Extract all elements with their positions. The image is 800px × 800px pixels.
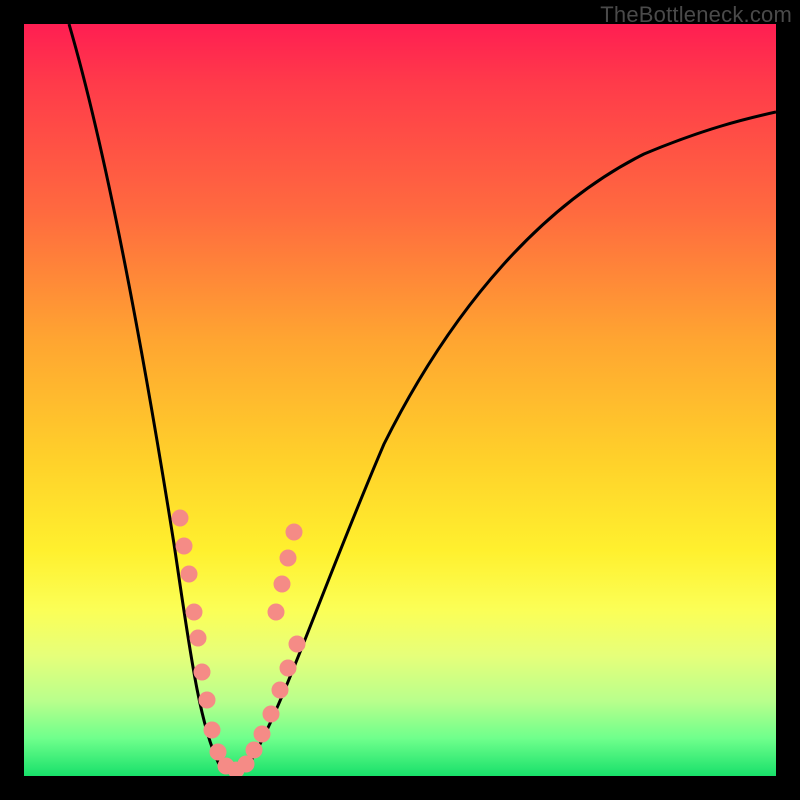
chart-frame: TheBottleneck.com: [0, 0, 800, 800]
bottleneck-curve: [69, 24, 776, 771]
marker-dots: [172, 510, 305, 776]
bottleneck-curve-svg: [24, 24, 776, 776]
watermark-text: TheBottleneck.com: [600, 2, 792, 28]
plot-area: [24, 24, 776, 776]
